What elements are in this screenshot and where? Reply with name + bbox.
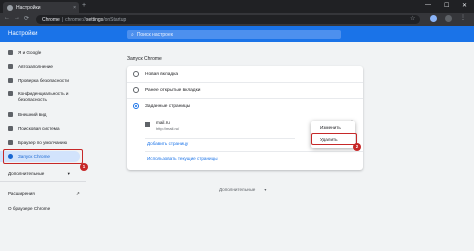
- url-prefix: chrome://: [65, 16, 86, 23]
- tab-settings[interactable]: Настройки ×: [3, 2, 79, 13]
- highlight-frame-remove: [311, 133, 357, 145]
- menu-item-edit[interactable]: Изменить: [311, 123, 355, 133]
- reload-button[interactable]: ⟳: [24, 15, 29, 22]
- shield-check-icon: [8, 78, 13, 83]
- step-badge-1: 1: [80, 163, 88, 171]
- radio-label: Заданные страницы: [145, 103, 191, 109]
- open-external-icon: ↗: [76, 191, 80, 196]
- add-page-link[interactable]: Добавить страницу: [147, 141, 188, 146]
- title-bar: Настройки × + — ☐ ✕: [0, 0, 474, 13]
- page-name: mail.ru: [156, 120, 170, 125]
- sidebar-extensions-label: Расширения: [8, 191, 35, 196]
- sidebar-item-label: Проверка безопасности: [18, 78, 69, 83]
- sidebar-item-search-engine[interactable]: Поисковая система: [0, 123, 86, 134]
- sidebar-item-label: Браузер по умолчанию: [18, 140, 68, 145]
- maximize-button[interactable]: ☐: [444, 2, 449, 9]
- back-button[interactable]: ←: [4, 15, 10, 21]
- tab-close-button[interactable]: ×: [73, 5, 76, 11]
- step-badge-2: 2: [353, 143, 361, 151]
- sidebar-item-appearance[interactable]: Внешний вид: [0, 109, 86, 120]
- sidebar-item-label: Поисковая система: [18, 126, 60, 131]
- sidebar-item-autofill[interactable]: Автозаполнение: [0, 61, 86, 72]
- sidebar-item-label: Автозаполнение: [18, 64, 53, 69]
- sidebar-about[interactable]: О браузере Chrome: [8, 206, 50, 211]
- row-divider: [127, 98, 363, 99]
- sidebar-divider: [0, 181, 86, 182]
- radio-button[interactable]: [133, 71, 139, 77]
- new-tab-button[interactable]: +: [82, 2, 86, 9]
- section-title: Запуск Chrome: [127, 56, 162, 62]
- gear-icon: [7, 4, 13, 11]
- avatar[interactable]: [430, 15, 437, 22]
- radio-new-tab[interactable]: Новая вкладка: [133, 71, 178, 77]
- page-url: http://mail.ru/: [156, 126, 180, 131]
- radio-button[interactable]: [133, 87, 139, 93]
- chevron-down-icon: ▾: [67, 171, 70, 176]
- row-divider: [145, 151, 363, 152]
- menu-dots-icon[interactable]: ⋮: [460, 14, 467, 21]
- row-divider: [127, 82, 363, 83]
- person-icon: [8, 50, 13, 55]
- toolbar: ← → ⟳ Chrome | chrome://settings/onStart…: [0, 13, 474, 26]
- radio-label: Новая вкладка: [145, 71, 179, 77]
- omnibox-separator: |: [61, 16, 64, 23]
- radio-specific-pages[interactable]: Заданные страницы: [133, 103, 190, 109]
- highlight-frame-sidebar: [3, 149, 83, 164]
- sidebar-item-safety-check[interactable]: Проверка безопасности: [0, 75, 86, 86]
- url-host: settings: [85, 16, 104, 23]
- favicon-icon: [145, 122, 150, 127]
- shield-icon: [8, 91, 13, 96]
- sidebar-item-you-and-google[interactable]: Я и Google: [0, 47, 86, 58]
- page-title: Настройки: [8, 31, 38, 37]
- tab-title: Настройки: [16, 4, 41, 11]
- search-icon: ⌕: [131, 31, 134, 38]
- use-current-pages-link[interactable]: Использовать текущие страницы: [147, 156, 218, 161]
- minimize-button[interactable]: —: [425, 2, 431, 8]
- radio-continue[interactable]: Ранее открытые вкладки: [133, 87, 200, 93]
- url-path: /onStartup: [103, 16, 127, 23]
- extension-icon[interactable]: [445, 15, 452, 22]
- address-bar[interactable]: Chrome | chrome://settings/onStartup: [36, 15, 420, 24]
- sidebar-item-privacy[interactable]: Конфиденциальность и безопасность: [0, 89, 86, 104]
- search-input[interactable]: ⌕ Поиск настроек: [127, 30, 341, 39]
- search-icon: [8, 126, 13, 131]
- sidebar-item-default-browser[interactable]: Браузер по умолчанию: [0, 137, 86, 148]
- forward-button[interactable]: →: [14, 15, 20, 21]
- sidebar-item-label: Я и Google: [18, 50, 42, 55]
- sidebar-extensions[interactable]: Расширения ↗: [8, 191, 80, 197]
- chevron-down-icon: ▾: [264, 187, 267, 192]
- row-divider: [145, 138, 295, 139]
- site-chip: Chrome: [42, 16, 60, 23]
- sidebar-advanced[interactable]: Дополнительные ▾: [8, 171, 70, 177]
- advanced-label: Дополнительные: [219, 187, 256, 192]
- browser-icon: [8, 140, 13, 145]
- bookmark-star-icon[interactable]: ☆: [410, 15, 415, 22]
- startup-page-entry: mail.ru http://mail.ru/: [145, 120, 179, 131]
- advanced-toggle[interactable]: Дополнительные ▾: [219, 187, 266, 192]
- radio-label: Ранее открытые вкладки: [145, 87, 201, 93]
- sidebar-advanced-label: Дополнительные: [8, 171, 45, 176]
- radio-button-selected[interactable]: [133, 103, 139, 109]
- url-text: chrome://settings/onStartup: [65, 17, 126, 23]
- search-placeholder: Поиск настроек: [136, 31, 173, 38]
- sidebar-item-label: Конфиденциальность и безопасность: [18, 91, 69, 102]
- palette-icon: [8, 112, 13, 117]
- close-window-button[interactable]: ✕: [462, 2, 467, 9]
- sidebar-item-label: Внешний вид: [18, 112, 47, 117]
- clipboard-icon: [8, 64, 13, 69]
